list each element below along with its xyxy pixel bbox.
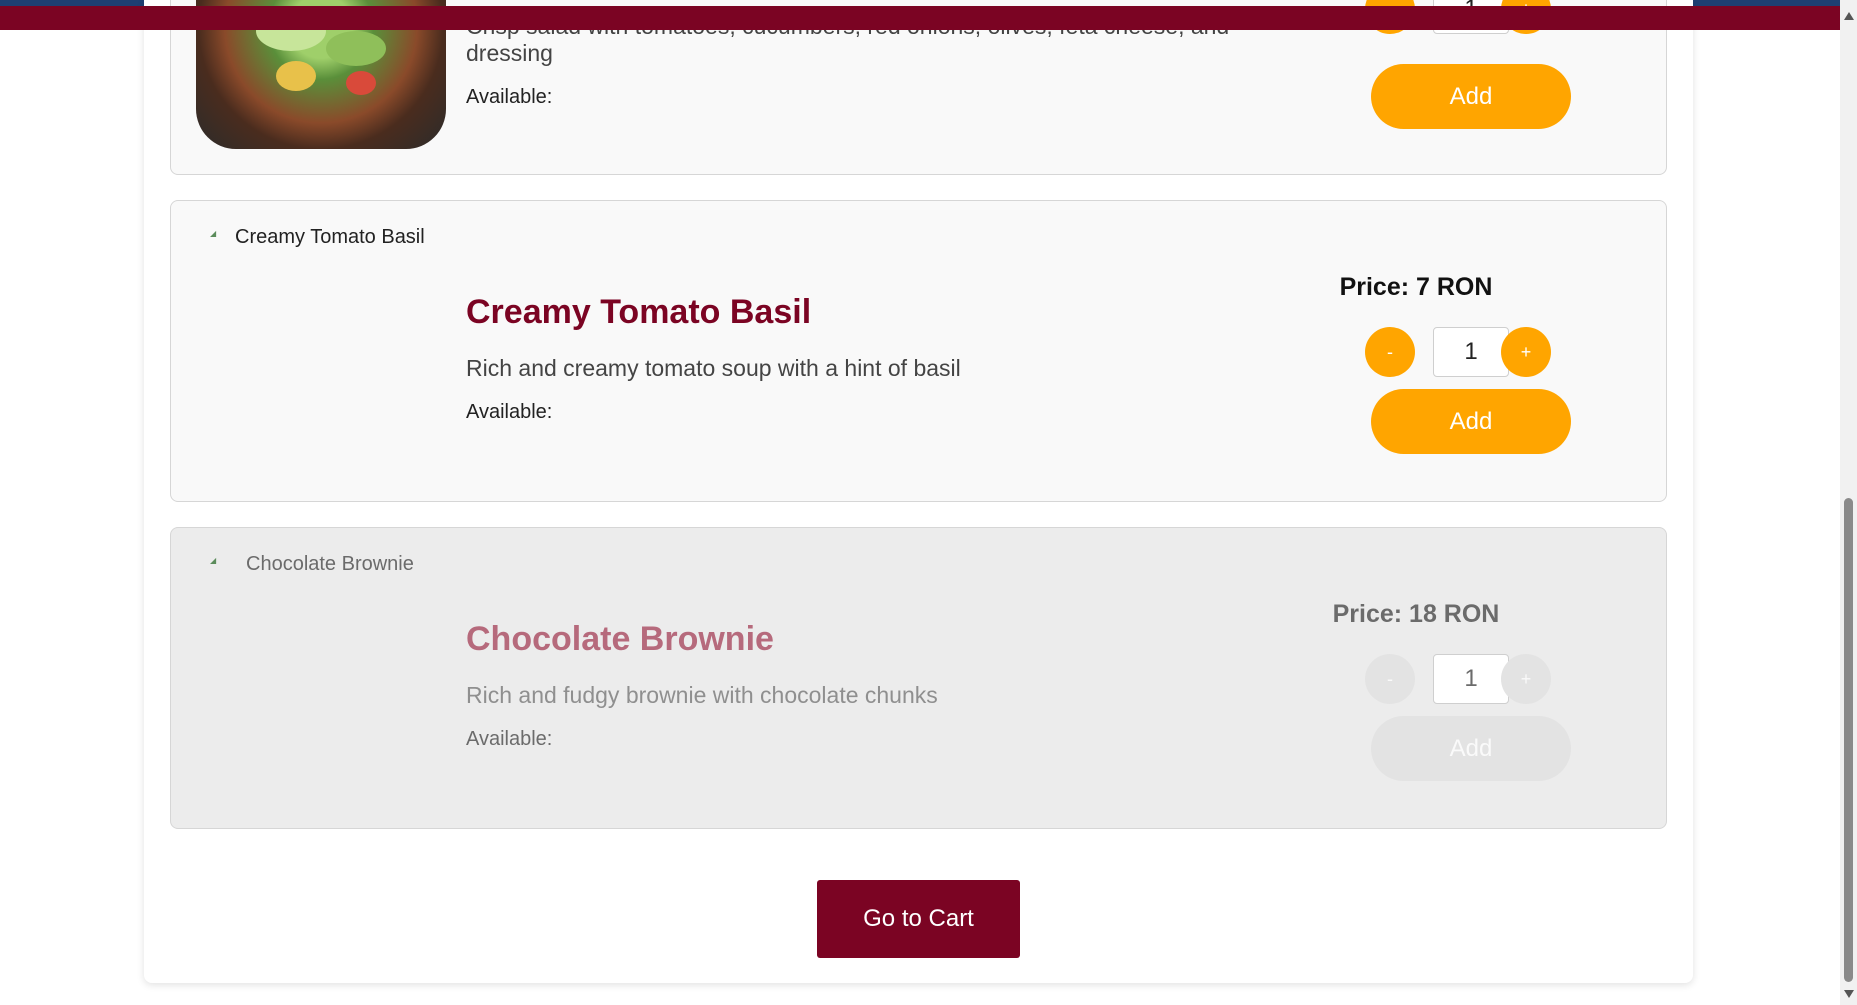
menu-item-card-unavailable: ◢ Chocolate Brownie Chocolate Brownie Ri… xyxy=(170,527,1667,829)
menu-item-card: ◢ Creamy Tomato Basil Creamy Tomato Basi… xyxy=(170,200,1667,502)
quantity-input[interactable]: 1 xyxy=(1433,327,1509,377)
add-to-cart-button[interactable]: Add xyxy=(1371,716,1571,781)
item-description: Rich and fudgy brownie with chocolate ch… xyxy=(466,682,938,708)
decrease-quantity-button[interactable]: - xyxy=(1365,654,1415,704)
decrease-quantity-button[interactable]: - xyxy=(1365,327,1415,377)
scroll-down-arrow-icon[interactable] xyxy=(1844,990,1854,998)
add-to-cart-button[interactable]: Add xyxy=(1371,64,1571,129)
increase-quantity-button[interactable]: + xyxy=(1501,654,1551,704)
menu-container: Crisp salad with tomatoes, cucumbers, re… xyxy=(144,0,1693,983)
item-description-line2: dressing xyxy=(466,40,553,66)
scrollbar[interactable] xyxy=(1840,0,1857,1005)
increase-quantity-button[interactable]: + xyxy=(1501,327,1551,377)
item-availability: Available: xyxy=(466,728,553,750)
broken-image-icon: ◢ xyxy=(210,556,217,565)
item-image-alt-text: Chocolate Brownie xyxy=(246,553,414,575)
item-availability: Available: xyxy=(466,86,553,108)
item-availability: Available: xyxy=(466,401,553,423)
scroll-up-arrow-icon[interactable] xyxy=(1844,12,1854,20)
add-to-cart-button[interactable]: Add xyxy=(1371,389,1571,454)
item-name: Creamy Tomato Basil xyxy=(466,293,812,331)
quantity-input[interactable]: 1 xyxy=(1433,654,1509,704)
site-header-bar xyxy=(0,6,1840,30)
item-description: Rich and creamy tomato soup with a hint … xyxy=(466,355,961,381)
item-price: Price: 18 RON xyxy=(1332,600,1500,628)
item-image-alt-text: Creamy Tomato Basil xyxy=(235,226,425,248)
go-to-cart-button[interactable]: Go to Cart xyxy=(817,880,1020,958)
scrollbar-thumb[interactable] xyxy=(1844,498,1853,982)
item-name: Chocolate Brownie xyxy=(466,620,774,658)
item-price: Price: 7 RON xyxy=(1339,273,1493,301)
broken-image-icon: ◢ xyxy=(210,229,217,238)
